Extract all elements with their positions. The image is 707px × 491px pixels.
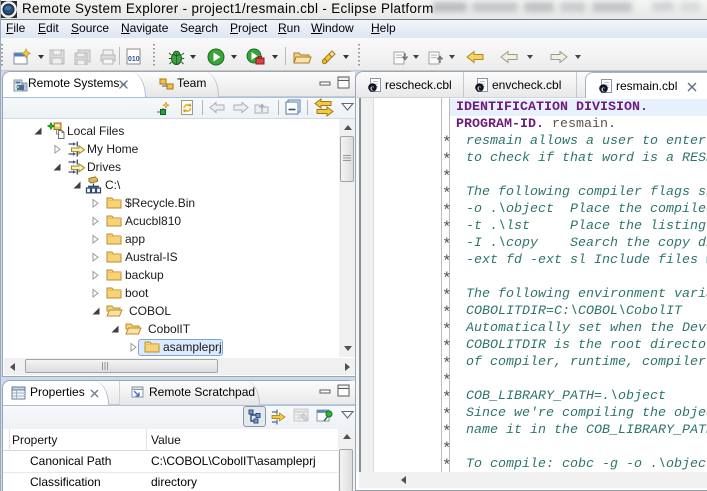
svg-text:010: 010 (128, 56, 140, 63)
svg-text:c: c (601, 84, 605, 93)
svg-text:c: c (477, 83, 481, 92)
svg-text:c: c (370, 83, 374, 92)
